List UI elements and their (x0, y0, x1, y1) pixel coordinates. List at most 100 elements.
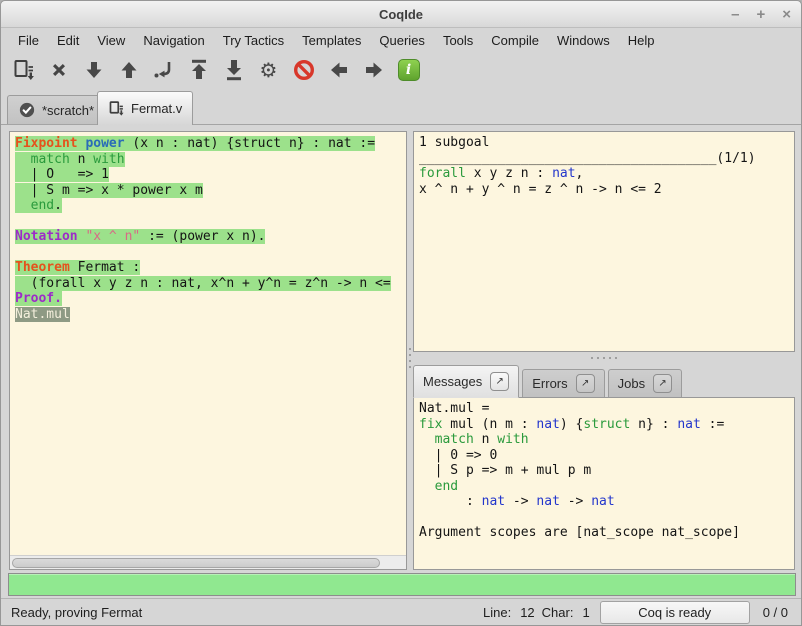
save-button[interactable] (6, 54, 41, 86)
info-icon: i (398, 59, 420, 81)
save-icon (108, 100, 125, 117)
check-circle-icon (18, 101, 36, 119)
scrollbar-thumb[interactable] (12, 558, 380, 568)
status-bar: Ready, proving Fermat Line: 12 Char: 1 C… (1, 598, 801, 625)
code-line: end (419, 479, 789, 495)
fully-check-button[interactable]: ⚙ (251, 54, 286, 86)
menu-bar: File Edit View Navigation Try Tactics Te… (1, 29, 801, 51)
tab-messages[interactable]: Messages ↗ (413, 365, 519, 398)
code-line: Theorem Fermat : (15, 260, 405, 276)
code-line: (forall x y z n : nat, x^n + y^n = z^n -… (15, 276, 405, 292)
detach-messages-button[interactable]: ↗ (490, 372, 509, 391)
menu-templates[interactable]: Templates (293, 31, 370, 50)
about-button[interactable]: i (391, 54, 426, 86)
menu-queries[interactable]: Queries (370, 31, 434, 50)
code-line: | 0 => 0 (419, 448, 789, 464)
menu-edit[interactable]: Edit (48, 31, 88, 50)
code-line: match n with (15, 152, 405, 168)
editor-tab-bar: *scratch* Fermat.v (1, 89, 801, 125)
go-to-end-button[interactable] (216, 54, 251, 86)
tab-scratch[interactable]: *scratch* (7, 95, 105, 124)
coqide-window: CoqIde – + × File Edit View Navigation T… (0, 0, 802, 626)
title-bar[interactable]: CoqIde – + × (1, 1, 801, 28)
menu-view[interactable]: View (88, 31, 134, 50)
code-line: Argument scopes are [nat_scope nat_scope… (419, 525, 789, 541)
goal-counter: 0 / 0 (763, 605, 788, 620)
gear-icon: ⚙ (260, 60, 278, 80)
script-editor[interactable]: Fixpoint power (x n : nat) {struct n} : … (11, 133, 405, 554)
go-to-cursor-button[interactable] (146, 54, 181, 86)
code-line: 1 subgoal (419, 135, 789, 151)
detach-icon: ↗ (496, 376, 504, 387)
code-line: fix mul (n m : nat) {struct n} : nat := (419, 417, 789, 433)
tab-errors[interactable]: Errors ↗ (522, 369, 604, 398)
tab-fermat[interactable]: Fermat.v (97, 91, 193, 125)
next-button[interactable] (356, 54, 391, 86)
go-to-cursor-icon (152, 58, 176, 82)
horizontal-scrollbar[interactable] (10, 555, 406, 569)
previous-button[interactable] (321, 54, 356, 86)
detach-jobs-button[interactable]: ↗ (653, 374, 672, 393)
down-arrow-icon (82, 58, 106, 82)
code-line (419, 510, 789, 526)
menu-tools[interactable]: Tools (434, 31, 482, 50)
minimize-button[interactable]: – (731, 7, 739, 22)
code-line: ______________________________________(1… (419, 151, 789, 167)
script-pane: Fixpoint power (x n : nat) {struct n} : … (9, 131, 407, 570)
left-arrow-icon (327, 58, 351, 82)
tab-label: Jobs (618, 376, 645, 391)
char-value: 1 (582, 605, 589, 620)
horizontal-splitter[interactable] (413, 352, 795, 364)
code-line: x ^ n + y ^ n = z ^ n -> n <= 2 (419, 182, 789, 198)
code-line: forall x y z n : nat, (419, 166, 789, 182)
menu-compile[interactable]: Compile (482, 31, 548, 50)
messages-pane: Nat.mul =fix mul (n m : nat) {struct n} … (413, 397, 795, 570)
window-title: CoqIde (1, 1, 801, 28)
line-label: Line: (483, 605, 511, 620)
code-line: | S m => x * power x m (15, 183, 405, 199)
maximize-button[interactable]: + (756, 7, 765, 22)
tab-label: Errors (532, 376, 567, 391)
code-line: match n with (419, 432, 789, 448)
toolbar: ⚙ i (1, 51, 801, 89)
menu-navigation[interactable]: Navigation (134, 31, 213, 50)
close-button[interactable]: × (782, 7, 791, 22)
tab-label: Messages (423, 374, 482, 389)
bottom-arrow-icon (222, 58, 246, 82)
menu-file[interactable]: File (9, 31, 48, 50)
interrupt-icon (292, 58, 316, 82)
menu-try-tactics[interactable]: Try Tactics (214, 31, 293, 50)
code-line: Fixpoint power (x n : nat) {struct n} : … (15, 136, 405, 152)
detach-errors-button[interactable]: ↗ (576, 374, 595, 393)
code-line (15, 214, 405, 230)
goal-pane: 1 subgoal_______________________________… (413, 131, 795, 352)
coq-status-button[interactable]: Coq is ready (600, 601, 750, 624)
close-icon (47, 58, 71, 82)
tab-label: Fermat.v (131, 101, 182, 116)
interrupt-button[interactable] (286, 54, 321, 86)
tab-jobs[interactable]: Jobs ↗ (608, 369, 682, 398)
code-line: Nat.mul = (419, 401, 789, 417)
code-line: : nat -> nat -> nat (419, 494, 789, 510)
code-line (15, 245, 405, 261)
close-buffer-button[interactable] (41, 54, 76, 86)
up-arrow-icon (117, 58, 141, 82)
save-icon (12, 58, 36, 82)
code-line: end. (15, 198, 405, 214)
step-forward-button[interactable] (76, 54, 111, 86)
menu-windows[interactable]: Windows (548, 31, 619, 50)
code-line: Nat.mul (15, 307, 405, 323)
top-arrow-icon (187, 58, 211, 82)
detach-icon: ↗ (581, 378, 589, 389)
menu-help[interactable]: Help (619, 31, 664, 50)
detach-icon: ↗ (658, 378, 666, 389)
char-label: Char: (542, 605, 574, 620)
code-line: Notation "x ^ n" := (power x n). (15, 229, 405, 245)
line-value: 12 (520, 605, 534, 620)
code-line: | S p => m + mul p m (419, 463, 789, 479)
step-backward-button[interactable] (111, 54, 146, 86)
restart-button[interactable] (181, 54, 216, 86)
right-arrow-icon (362, 58, 386, 82)
code-line: Proof. (15, 291, 405, 307)
message-tab-bar: Messages ↗ Errors ↗ Jobs ↗ (413, 364, 682, 398)
